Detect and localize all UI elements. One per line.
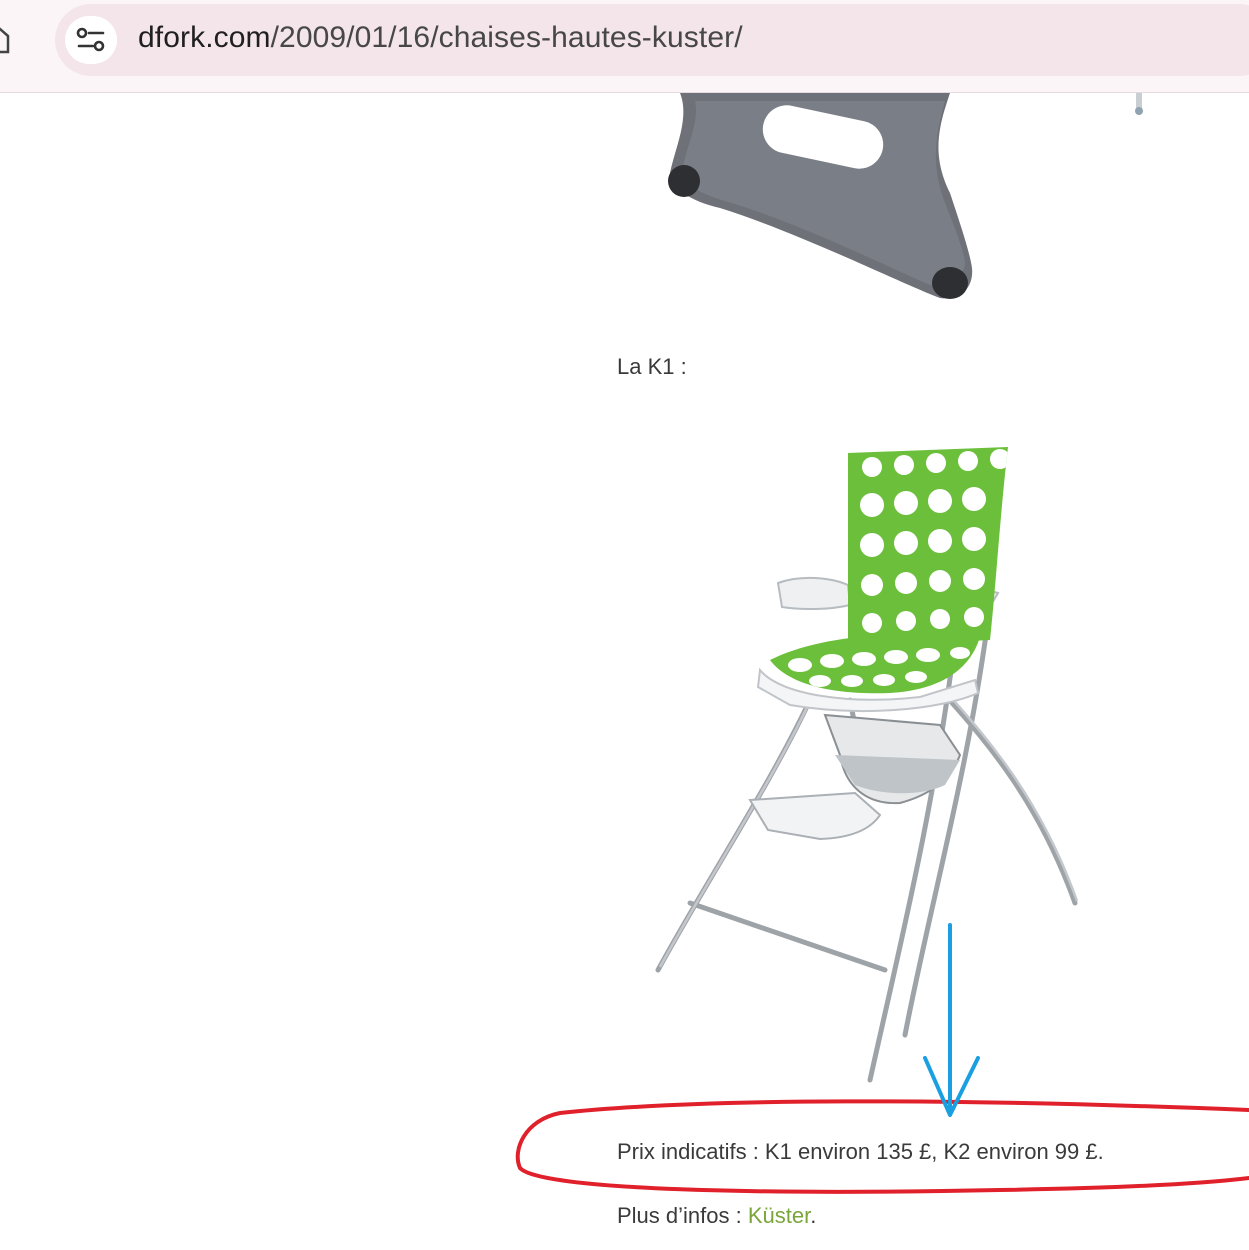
home-icon[interactable] [0,26,10,54]
url-domain: dfork.com [138,21,271,54]
highchair-k1-image [600,425,1120,1095]
tune-icon [76,27,105,52]
site-info-button[interactable] [65,16,117,64]
kuster-link[interactable]: Küster [748,1203,810,1228]
address-bar[interactable]: dfork.com/2009/01/16/chaises-hautes-kust… [55,4,1249,76]
browser-toolbar: dfork.com/2009/01/16/chaises-hautes-kust… [0,0,1249,93]
more-info-text: Plus d’infos : Küster. [617,1203,816,1229]
chair-seat-image [600,93,1200,333]
more-info-suffix: . [810,1203,817,1228]
k1-label: La K1 : [617,354,687,379]
price-text: Prix indicatifs : K1 environ 135 £, K2 e… [617,1139,1104,1164]
url-text[interactable]: dfork.com/2009/01/16/chaises-hautes-kust… [138,21,743,55]
more-info-prefix: Plus d’infos : [617,1203,748,1228]
url-path: /2009/01/16/chaises-hautes-kuster/ [270,21,743,54]
